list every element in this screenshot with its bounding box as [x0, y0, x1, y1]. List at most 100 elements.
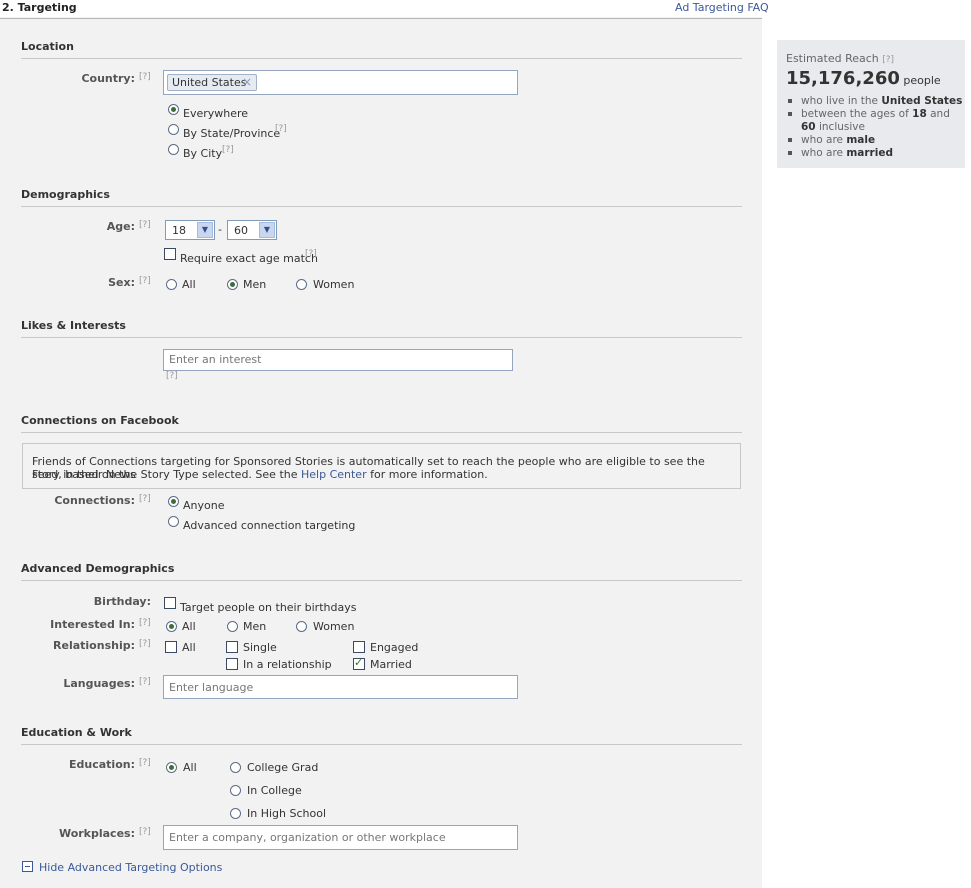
education-in-college-radio[interactable] — [230, 785, 241, 796]
exact-age-checkbox[interactable] — [164, 248, 176, 260]
relationship-in-a-relationship-label: In a relationship — [243, 658, 332, 671]
state-help-icon[interactable]: [?] — [275, 124, 287, 134]
workplaces-help-icon[interactable]: [?] — [139, 827, 151, 837]
reach-line-age: between the ages of 18 and — [801, 108, 950, 120]
interested-all-label: All — [182, 620, 196, 633]
connections-anyone-label: Anyone — [183, 499, 225, 512]
location-state-label: By State/Province — [183, 127, 281, 140]
age-separator: - — [218, 223, 222, 236]
connections-advanced-label: Advanced connection targeting — [183, 519, 356, 532]
reach-count: 15,176,260 — [786, 68, 900, 89]
sex-men-radio[interactable] — [227, 279, 238, 290]
education-label: Education: — [69, 758, 135, 771]
sex-help-icon[interactable]: [?] — [139, 276, 151, 286]
reach-line-relationship: who are married — [801, 147, 893, 159]
interested-women-label: Women — [313, 620, 355, 633]
languages-placeholder: Enter language — [169, 681, 254, 694]
connections-help-icon[interactable]: [?] — [139, 494, 151, 504]
interested-men-radio[interactable] — [227, 621, 238, 632]
location-title: Location — [21, 40, 74, 53]
sex-women-radio[interactable] — [296, 279, 307, 290]
education-in-college-label: In College — [247, 784, 302, 797]
reach-line-age-cont: 60 inclusive — [801, 121, 865, 133]
advanced-demographics-title: Advanced Demographics — [21, 562, 175, 575]
education-all-radio[interactable] — [166, 762, 177, 773]
languages-help-icon[interactable]: [?] — [139, 677, 151, 687]
exact-age-help-icon[interactable]: [?] — [305, 249, 317, 259]
relationship-single-checkbox[interactable] — [226, 641, 238, 653]
relationship-help-icon[interactable]: [?] — [139, 639, 151, 649]
education-work-title: Education & Work — [21, 726, 132, 739]
bullet-icon — [788, 151, 792, 155]
relationship-label: Relationship: — [53, 639, 135, 652]
interested-help-icon[interactable]: [?] — [139, 618, 151, 628]
birthday-checkbox[interactable] — [164, 597, 176, 609]
location-everywhere-label: Everywhere — [183, 107, 249, 120]
birthday-label: Birthday: — [93, 595, 151, 608]
advanced-demographics-divider — [21, 580, 742, 581]
reach-unit: people — [903, 74, 941, 87]
workplaces-placeholder: Enter a company, organization or other w… — [169, 831, 446, 844]
education-college-grad-label: College Grad — [247, 761, 319, 774]
relationship-all-checkbox[interactable] — [165, 641, 177, 653]
sex-all-label: All — [182, 278, 196, 291]
bullet-icon — [788, 112, 792, 116]
education-help-icon[interactable]: [?] — [139, 758, 151, 768]
interested-women-radio[interactable] — [296, 621, 307, 632]
reach-help-icon[interactable]: [?] — [882, 55, 894, 65]
exact-age-label: Require exact age match — [180, 252, 318, 265]
chevron-down-icon: ▼ — [259, 222, 275, 238]
token-remove-icon[interactable]: × — [242, 75, 252, 89]
relationship-in-a-relationship-checkbox[interactable] — [226, 658, 238, 670]
reach-count-row: 15,176,260 people — [786, 68, 941, 89]
relationship-married-label: Married — [370, 658, 412, 671]
sex-women-label: Women — [313, 278, 355, 291]
bullet-icon — [788, 138, 792, 142]
reach-line-sex: who are male — [801, 134, 876, 146]
age-help-icon[interactable]: [?] — [139, 220, 151, 230]
relationship-engaged-checkbox[interactable] — [353, 641, 365, 653]
relationship-engaged-label: Engaged — [370, 641, 419, 654]
interests-divider — [21, 337, 742, 338]
demographics-divider — [21, 206, 742, 207]
education-college-grad-radio[interactable] — [230, 762, 241, 773]
location-city-label: By City — [183, 147, 223, 160]
languages-label: Languages: — [63, 677, 135, 690]
connections-advanced-radio[interactable] — [168, 516, 179, 527]
connections-divider — [21, 432, 742, 433]
workplaces-label: Workplaces: — [58, 827, 135, 840]
location-city-radio[interactable] — [168, 144, 179, 155]
help-center-link[interactable]: Help Center — [301, 468, 367, 481]
age-max-value: 60 — [234, 224, 248, 237]
country-help-icon[interactable]: [?] — [139, 72, 151, 82]
city-help-icon[interactable]: [?] — [222, 145, 234, 155]
education-high-school-radio[interactable] — [230, 808, 241, 819]
connections-anyone-radio[interactable] — [168, 496, 179, 507]
sex-men-label: Men — [243, 278, 267, 291]
location-everywhere-radio[interactable] — [168, 104, 179, 115]
connections-info-line2: Feed, based on the Story Type selected. … — [32, 468, 488, 481]
age-max-select[interactable]: 60 ▼ — [227, 220, 277, 240]
education-all-label: All — [183, 761, 197, 774]
relationship-married-checkbox[interactable] — [353, 656, 365, 670]
interested-men-label: Men — [243, 620, 267, 633]
header-divider — [0, 18, 762, 19]
section-heading-targeting: 2. Targeting — [2, 1, 77, 14]
chevron-down-icon: ▼ — [197, 222, 213, 238]
interested-all-radio[interactable] — [166, 621, 177, 632]
birthday-option-label: Target people on their birthdays — [180, 601, 357, 614]
collapse-icon[interactable] — [22, 861, 33, 872]
education-high-school-label: In High School — [247, 807, 327, 820]
age-min-value: 18 — [172, 224, 186, 237]
country-label: Country: — [81, 72, 135, 85]
interests-title: Likes & Interests — [21, 319, 126, 332]
sex-all-radio[interactable] — [166, 279, 177, 290]
bullet-icon — [788, 99, 792, 103]
interest-help-icon[interactable]: [?] — [166, 371, 178, 381]
education-work-divider — [21, 744, 742, 745]
hide-advanced-options-link[interactable]: Hide Advanced Targeting Options — [39, 861, 222, 874]
age-min-select[interactable]: 18 ▼ — [165, 220, 215, 240]
connections-label: Connections: — [54, 494, 135, 507]
location-state-radio[interactable] — [168, 124, 179, 135]
ad-targeting-faq-link[interactable]: Ad Targeting FAQ — [675, 1, 769, 14]
